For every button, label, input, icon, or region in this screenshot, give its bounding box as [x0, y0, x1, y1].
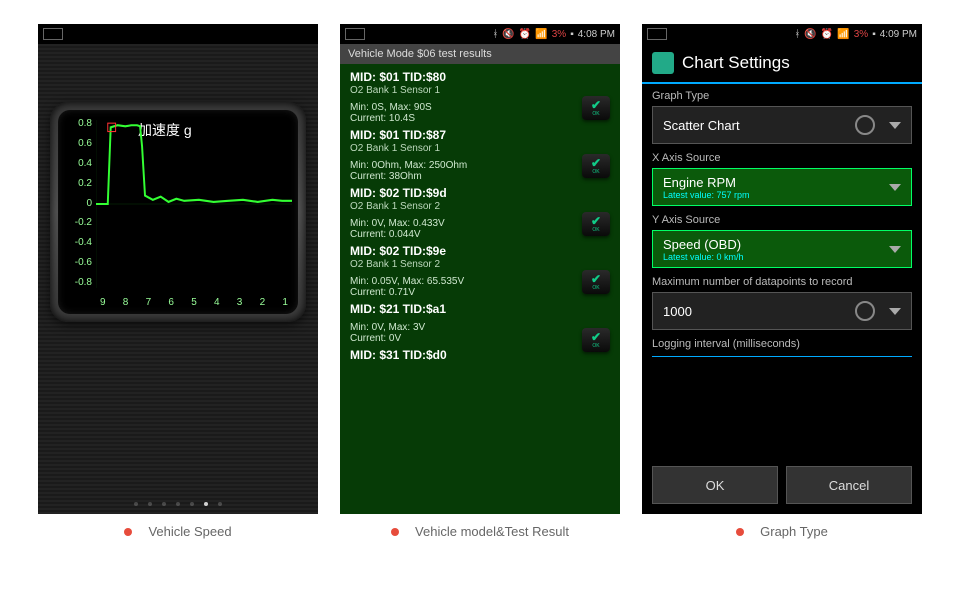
- phone-chart-settings: ᚼ 🔇 ⏰ 📶 3% ▪ 4:09 PM Chart Settings Grap…: [642, 24, 922, 514]
- app-icon: [652, 52, 674, 74]
- select-y-axis[interactable]: Speed (OBD) Latest value: 0 km/h: [652, 230, 912, 268]
- alarm-icon: ⏰: [821, 29, 833, 40]
- select-max-datapoints[interactable]: 1000: [652, 292, 912, 330]
- bluetooth-icon: ᚼ: [492, 29, 498, 40]
- x-axis-labels: 987654321: [100, 297, 288, 308]
- device-icon: [345, 28, 365, 40]
- y-axis-labels: 0.80.60.40.20-0.2-0.4-0.6-0.8: [64, 118, 92, 288]
- check-icon: ✔: [591, 215, 601, 227]
- chevron-down-icon: [889, 246, 901, 253]
- check-icon: ✔: [591, 99, 601, 111]
- battery-icon: ▪: [872, 29, 876, 40]
- status-bar: ᚼ 🔇 ⏰ 📶 3% ▪ 4:08 PM: [340, 24, 620, 44]
- check-icon: ✔: [591, 157, 601, 169]
- battery-percent: 3%: [552, 29, 566, 40]
- select-x-axis[interactable]: Engine RPM Latest value: 757 rpm: [652, 168, 912, 206]
- test-result-row[interactable]: MID: $21 TID:$a1 Min: 0V, Max: 3V Curren…: [340, 300, 620, 346]
- phone-test-results: ᚼ 🔇 ⏰ 📶 3% ▪ 4:08 PM Vehicle Mode $06 te…: [340, 24, 620, 514]
- caption-vehicle-speed: Vehicle Speed: [38, 524, 318, 539]
- chevron-down-icon: [889, 122, 901, 129]
- check-icon: ✔: [591, 273, 601, 285]
- clock: 4:09 PM: [880, 29, 917, 40]
- test-result-row[interactable]: MID: $02 TID:$9d O2 Bank 1 Sensor 2 Min:…: [340, 184, 620, 242]
- divider: [652, 356, 912, 357]
- bluetooth-icon: ᚼ: [794, 29, 800, 40]
- bullet-icon: [736, 528, 744, 536]
- test-result-row[interactable]: MID: $02 TID:$9e O2 Bank 1 Sensor 2 Min:…: [340, 242, 620, 300]
- label-max-datapoints: Maximum number of datapoints to record: [642, 270, 922, 290]
- dialog-header: Chart Settings: [642, 44, 922, 84]
- bullet-icon: [124, 528, 132, 536]
- results-list[interactable]: MID: $01 TID:$80 O2 Bank 1 Sensor 1 Min:…: [340, 64, 620, 514]
- status-bar: ᚼ 🔇 ⏰ 📶 3% ▪ 4:09 PM: [642, 24, 922, 44]
- label-logging-interval: Logging interval (milliseconds): [642, 332, 922, 352]
- battery-icon: ▪: [570, 29, 574, 40]
- device-icon: [647, 28, 667, 40]
- test-result-row[interactable]: MID: $31 TID:$d0: [340, 346, 620, 364]
- chevron-down-icon: [889, 308, 901, 315]
- alarm-icon: ⏰: [519, 29, 531, 40]
- signal-icon: 📶: [837, 29, 849, 40]
- ok-badge: ✔OK: [582, 212, 610, 236]
- chart-plot: [96, 120, 292, 288]
- ok-button[interactable]: OK: [652, 466, 778, 504]
- check-icon: ✔: [591, 331, 601, 343]
- label-graph-type: Graph Type: [642, 84, 922, 104]
- signal-icon: 📶: [535, 29, 547, 40]
- caption-graph-type: Graph Type: [642, 524, 922, 539]
- ok-badge: ✔OK: [582, 270, 610, 294]
- clock: 4:08 PM: [578, 29, 615, 40]
- ok-badge: ✔OK: [582, 154, 610, 178]
- mute-icon: 🔇: [502, 29, 514, 40]
- phone-vehicle-speed: 加速度 g 0.80.60.40.20-0.2-0.4-0.6-0.8: [38, 24, 318, 514]
- caption-test-result: Vehicle model&Test Result: [340, 524, 620, 539]
- status-bar: [38, 24, 318, 44]
- radio-icon: [855, 115, 875, 135]
- cancel-button[interactable]: Cancel: [786, 466, 912, 504]
- chevron-down-icon: [889, 184, 901, 191]
- battery-percent: 3%: [854, 29, 868, 40]
- bullet-icon: [391, 528, 399, 536]
- select-graph-type[interactable]: Scatter Chart: [652, 106, 912, 144]
- radio-icon: [855, 301, 875, 321]
- ok-badge: ✔OK: [582, 96, 610, 120]
- dialog-title: Chart Settings: [682, 53, 790, 73]
- screen-title: Vehicle Mode $06 test results: [340, 44, 620, 64]
- label-x-axis: X Axis Source: [642, 146, 922, 166]
- page-indicator: [38, 502, 318, 506]
- mute-icon: 🔇: [804, 29, 816, 40]
- test-result-row[interactable]: MID: $01 TID:$80 O2 Bank 1 Sensor 1 Min:…: [340, 68, 620, 126]
- device-icon: [43, 28, 63, 40]
- acceleration-gauge: 加速度 g 0.80.60.40.20-0.2-0.4-0.6-0.8: [50, 102, 306, 322]
- test-result-row[interactable]: MID: $01 TID:$87 O2 Bank 1 Sensor 1 Min:…: [340, 126, 620, 184]
- label-y-axis: Y Axis Source: [642, 208, 922, 228]
